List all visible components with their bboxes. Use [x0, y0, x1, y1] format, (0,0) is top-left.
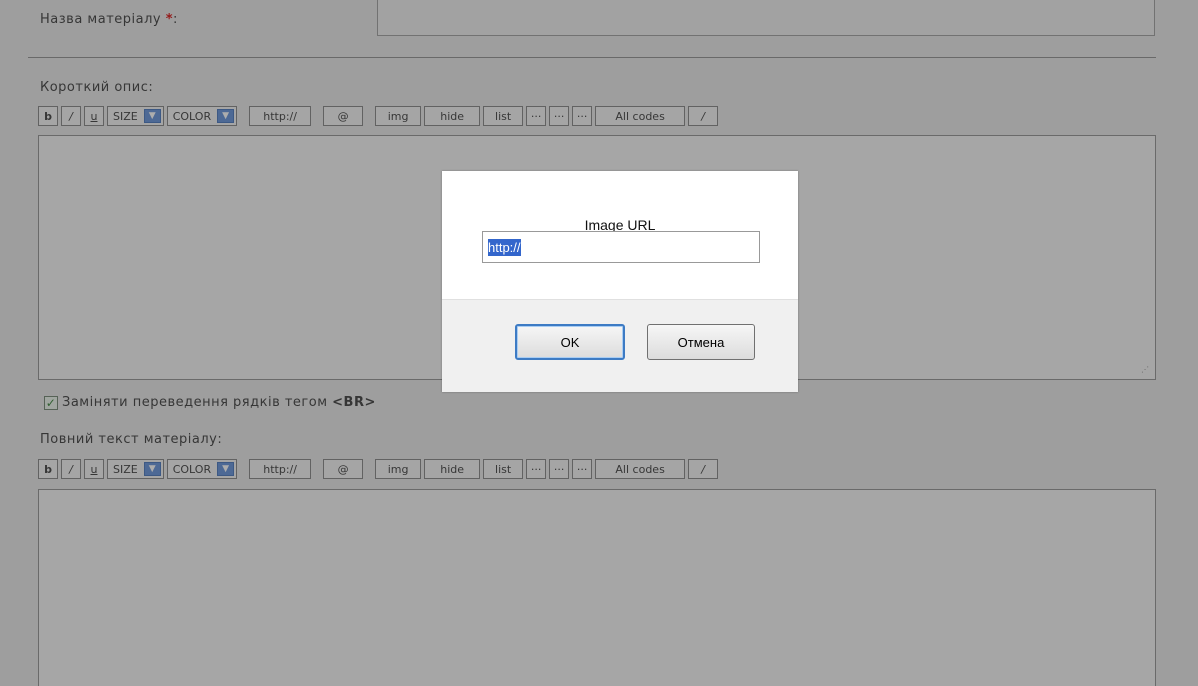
image-url-dialog: Image URL http:// OK Отмена [442, 171, 798, 392]
cancel-button[interactable]: Отмена [647, 324, 755, 360]
image-url-input-value: http:// [488, 238, 521, 256]
ok-button[interactable]: OK [515, 324, 625, 360]
image-url-input[interactable]: http:// [482, 231, 760, 263]
